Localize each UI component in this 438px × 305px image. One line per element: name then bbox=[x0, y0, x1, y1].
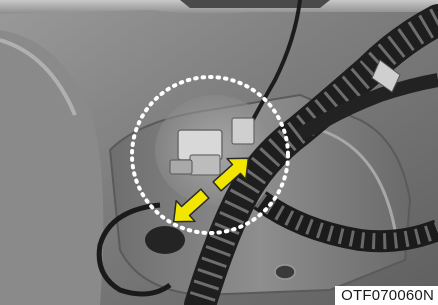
mounting-hole bbox=[274, 264, 296, 280]
photo-figure: OTF070060N bbox=[0, 0, 438, 305]
figure-code-label: OTF070060N bbox=[335, 286, 438, 305]
top-shadow bbox=[180, 0, 330, 8]
wiring-harness-photo bbox=[0, 0, 438, 305]
connector-plug bbox=[145, 226, 185, 254]
